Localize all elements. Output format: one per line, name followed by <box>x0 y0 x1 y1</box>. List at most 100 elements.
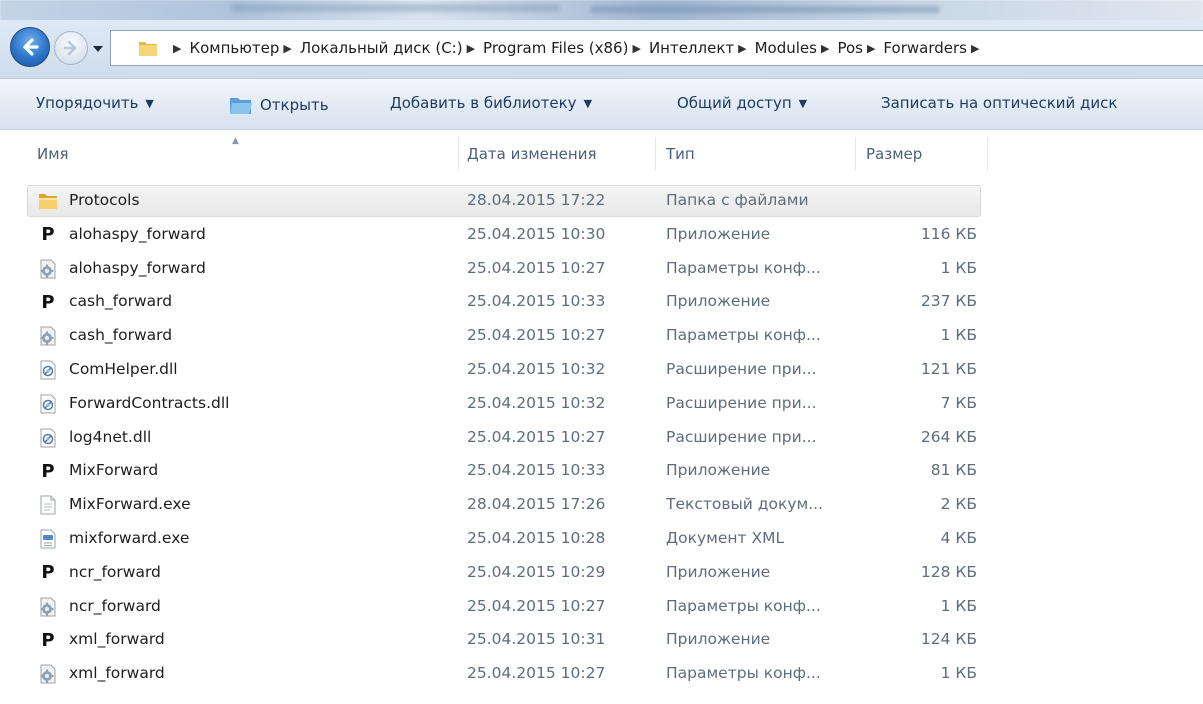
breadcrumb-label: Компьютер <box>189 39 280 57</box>
forward-button[interactable] <box>54 31 88 65</box>
config-file-icon <box>37 258 59 280</box>
file-row[interactable]: xml_forward 25.04.2015 10:27 Параметры кон… <box>0 657 1203 691</box>
breadcrumb-item[interactable]: ▶ Интеллект <box>628 39 734 57</box>
file-type: Приложение <box>666 562 771 581</box>
organize-button[interactable]: Упорядочить ▼ <box>36 94 154 112</box>
application-icon: P <box>37 224 59 246</box>
file-row[interactable]: log4net.dll 25.04.2015 10:27 Расширение пр… <box>0 421 1203 455</box>
column-date[interactable]: Дата изменения <box>467 145 597 163</box>
file-name: MixForward.exe <box>69 495 191 514</box>
file-row[interactable]: Palohaspy_forward 25.04.2015 10:30 Приложе… <box>0 218 1203 252</box>
config-file-icon <box>37 325 59 347</box>
burn-button[interactable]: Записать на оптический диск <box>881 94 1117 112</box>
file-row[interactable]: Pcash_forward 25.04.2015 10:33 Приложение 2… <box>0 285 1203 319</box>
title-bar-blur <box>590 6 940 13</box>
breadcrumb-label: Program Files (x86) <box>483 39 629 57</box>
column-headers: ▲ Имя Дата изменения Тип Размер <box>0 133 1203 177</box>
file-size: 1 КБ <box>940 258 977 277</box>
text-file-icon <box>37 494 59 516</box>
file-size: 81 КБ <box>930 461 977 480</box>
file-row[interactable]: alohaspy_forward 25.04.2015 10:27 Параметр… <box>0 252 1203 286</box>
breadcrumb-item[interactable]: ▶ Компьютер <box>169 39 279 57</box>
column-divider[interactable] <box>655 137 656 171</box>
open-button[interactable]: Открыть <box>228 94 329 116</box>
application-icon: P <box>37 562 59 584</box>
file-date: 25.04.2015 10:32 <box>467 393 606 412</box>
application-glyph: P <box>41 629 55 651</box>
file-date: 28.04.2015 17:26 <box>467 495 606 514</box>
file-date: 25.04.2015 10:31 <box>467 630 606 649</box>
chevron-down-icon <box>93 46 103 52</box>
file-name: Protocols <box>69 191 140 209</box>
breadcrumb-item[interactable]: ▶ Forwarders <box>863 39 967 57</box>
column-size[interactable]: Размер <box>866 145 922 163</box>
application-glyph: P <box>41 224 55 246</box>
file-row[interactable]: Pncr_forward 25.04.2015 10:29 Приложение 12… <box>0 556 1203 590</box>
breadcrumb-separator-icon[interactable]: ▶ <box>738 42 746 55</box>
file-size: 121 КБ <box>920 360 977 378</box>
file-size: 264 КБ <box>920 427 977 446</box>
back-button[interactable] <box>10 27 50 67</box>
file-row[interactable]: Protocols 28.04.2015 17:22 Папка с файлами <box>0 184 1203 218</box>
file-row[interactable]: mixforward.exe 25.04.2015 10:28 Документ X… <box>0 522 1203 556</box>
breadcrumb-separator-icon[interactable]: ▶ <box>173 42 181 55</box>
file-row[interactable]: MixForward.exe 28.04.2015 17:26 Текстовый … <box>0 488 1203 522</box>
column-name[interactable]: Имя <box>37 145 69 163</box>
file-row[interactable]: P MixForward 25.04.2015 10:33 Приложение 81 … <box>0 454 1203 488</box>
breadcrumb-separator-icon[interactable]: ▶ <box>467 42 475 55</box>
file-type: Приложение <box>666 224 771 243</box>
arrow-left-icon <box>23 38 39 56</box>
breadcrumb-item[interactable]: ▶ Program Files (x86) <box>463 39 629 57</box>
file-type: Расширение при... <box>666 427 817 446</box>
dll-file-icon <box>37 427 59 449</box>
breadcrumb-separator-icon[interactable]: ▶ <box>821 42 829 55</box>
breadcrumb-separator-icon[interactable]: ▶ <box>867 42 875 55</box>
command-bar: Упорядочить ▼ Открыть Добавить в библиот… <box>0 78 1203 130</box>
address-bar[interactable]: ▶ Компьютер ▶ Локальный диск (C:) ▶ Program F… <box>110 30 1203 66</box>
breadcrumb-separator-icon[interactable]: ▶ <box>632 42 640 55</box>
file-size: 2 КБ <box>940 495 977 514</box>
add-to-library-button[interactable]: Добавить в библиотеку ▼ <box>390 94 592 112</box>
column-divider[interactable] <box>987 137 988 171</box>
file-date: 25.04.2015 10:27 <box>467 427 606 446</box>
file-name: xml_forward <box>69 630 165 649</box>
breadcrumb-separator-icon[interactable]: ▶ <box>971 42 979 55</box>
title-bar-blur <box>230 4 560 12</box>
burn-label: Записать на оптический диск <box>881 94 1118 112</box>
file-row[interactable]: ForwardContracts.dll 25.04.2015 10:32 Расш… <box>0 387 1203 421</box>
breadcrumb-item[interactable]: ▶ Modules <box>734 39 817 57</box>
breadcrumb-label: Локальный диск (C:) <box>299 39 463 57</box>
breadcrumb-item[interactable]: ▶ Локальный диск (C:) <box>279 39 462 57</box>
file-date: 25.04.2015 10:28 <box>467 529 606 547</box>
file-row[interactable]: Pxml_forward 25.04.2015 10:31 Приложение 12… <box>0 623 1203 657</box>
file-row[interactable]: cash_forward 25.04.2015 10:27 Параметры ко… <box>0 319 1203 353</box>
open-label: Открыть <box>260 96 329 114</box>
recent-pages-dropdown[interactable] <box>91 42 105 56</box>
chevron-down-icon: ▼ <box>583 96 593 110</box>
file-size: 116 КБ <box>920 224 977 243</box>
file-name: log4net.dll <box>69 427 152 446</box>
file-date: 25.04.2015 10:27 <box>467 258 606 277</box>
column-type[interactable]: Тип <box>666 145 695 163</box>
file-name: ForwardContracts.dll <box>69 393 230 412</box>
breadcrumb-item[interactable]: ▶ Pos <box>817 39 863 57</box>
file-type: Приложение <box>666 630 771 649</box>
breadcrumb-label: Интеллект <box>648 39 735 57</box>
column-divider[interactable] <box>855 137 856 171</box>
chevron-down-icon: ▼ <box>798 96 808 110</box>
file-row[interactable]: ncr_forward 25.04.2015 10:27 Параметры кон… <box>0 590 1203 624</box>
file-size: 1 КБ <box>940 326 977 345</box>
file-type: Папка с файлами <box>666 191 809 209</box>
file-name: cash_forward <box>69 326 173 345</box>
add-to-library-label: Добавить в библиотеку <box>390 94 577 112</box>
file-row[interactable]: ComHelper.dll 25.04.2015 10:32 Расширение … <box>0 353 1203 387</box>
share-button[interactable]: Общий доступ ▼ <box>677 94 807 112</box>
folder-icon <box>139 42 157 56</box>
breadcrumb-separator-icon[interactable]: ▶ <box>283 42 291 55</box>
column-divider[interactable] <box>458 137 459 171</box>
open-icon <box>230 98 252 114</box>
config-file-icon <box>37 663 59 685</box>
file-date: 25.04.2015 10:27 <box>467 326 606 345</box>
file-type: Параметры конф... <box>666 326 821 345</box>
file-date: 25.04.2015 10:27 <box>467 664 606 683</box>
